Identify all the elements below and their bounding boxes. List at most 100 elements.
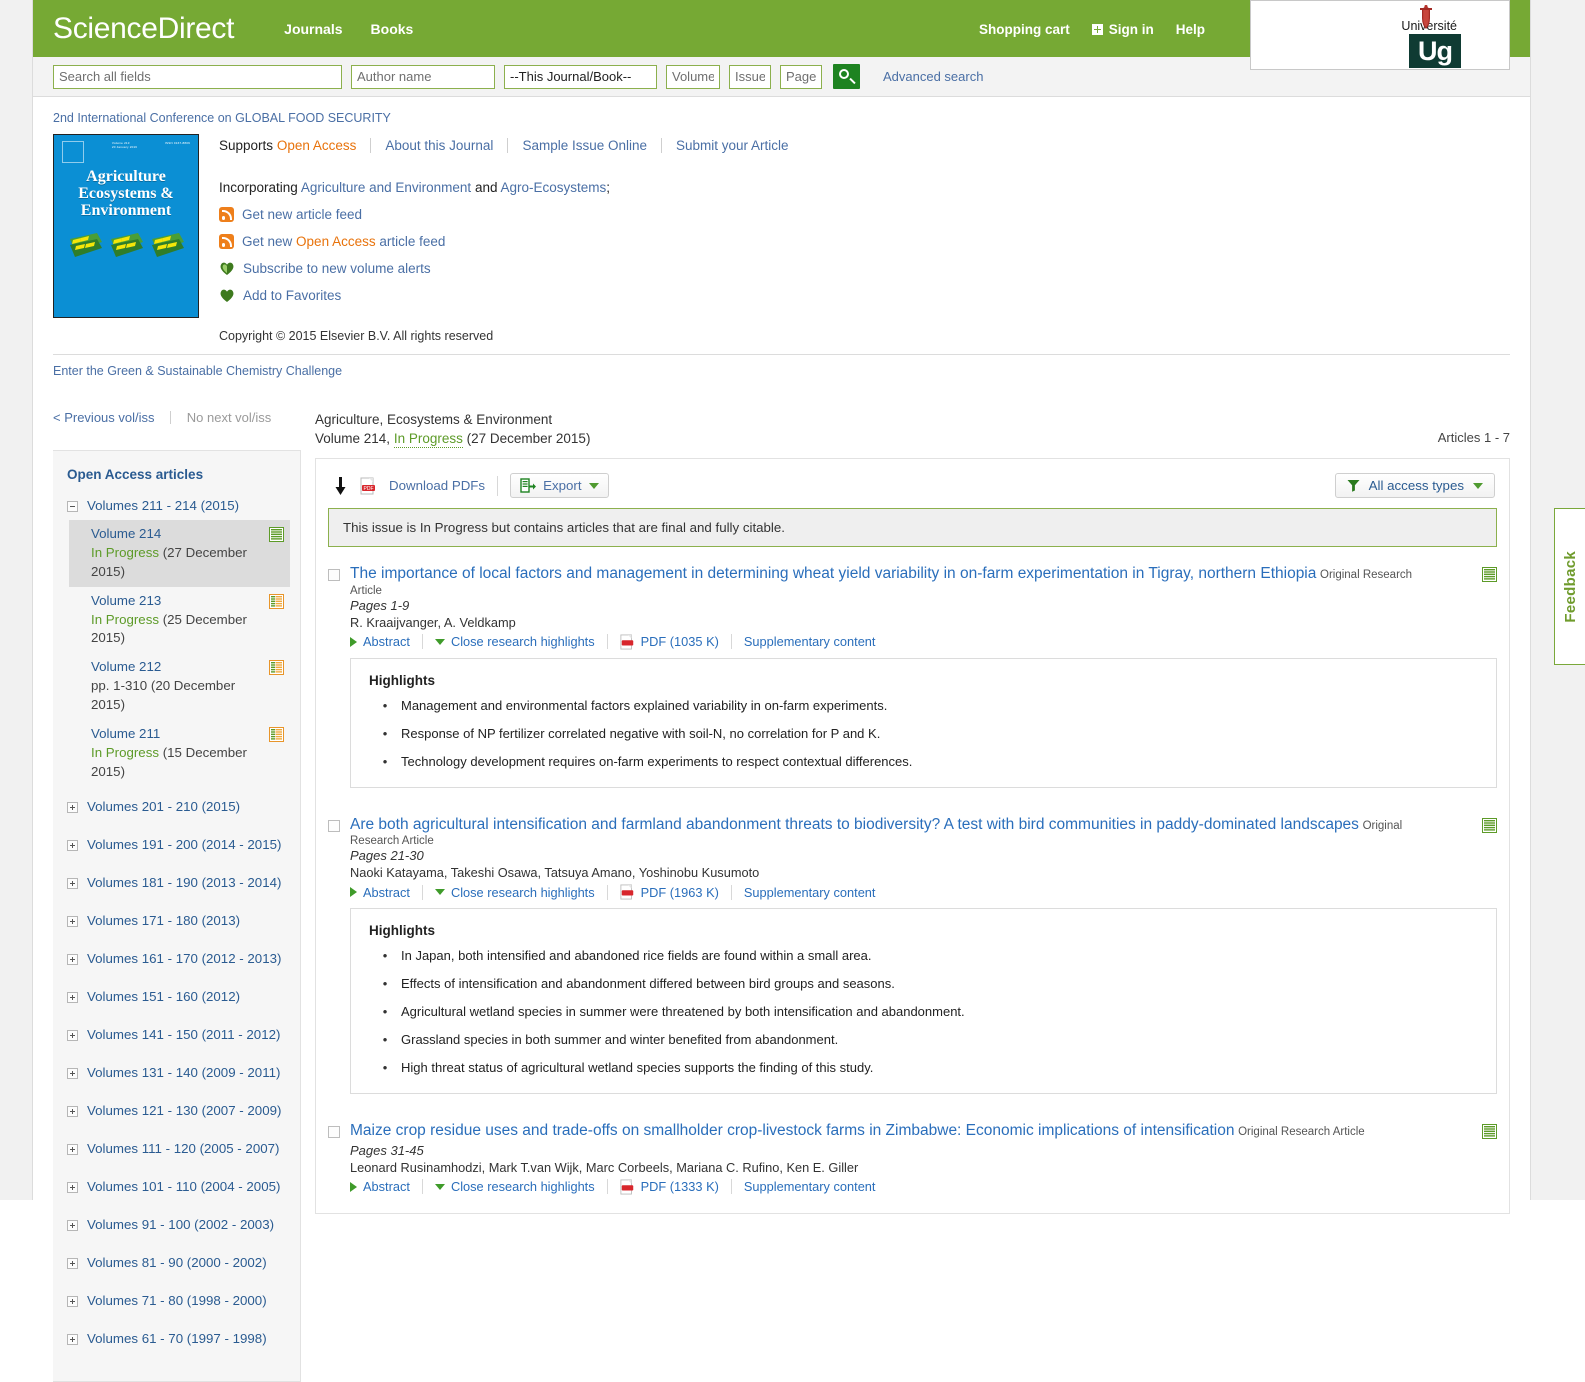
volume-item-211[interactable]: Volume 211 In Progress (15 December 2015… [69, 720, 290, 787]
expand-toggle-icon[interactable] [67, 991, 78, 1003]
close-highlights-link[interactable]: Close research highlights [451, 1179, 595, 1194]
volume-group-label[interactable]: Volumes 181 - 190 (2013 - 2014) [87, 875, 281, 890]
volume-group-91-100[interactable]: Volumes 91 - 100 (2002 - 2003) [67, 1217, 290, 1232]
get-new-article-feed-link[interactable]: Get new article feed [242, 207, 362, 222]
issue-input[interactable] [729, 64, 771, 89]
volume-group-201-210[interactable]: Volumes 201 - 210 (2015) [67, 799, 290, 814]
expand-toggle-icon[interactable] [67, 1295, 78, 1307]
green-chemistry-challenge-link[interactable]: Enter the Green & Sustainable Chemistry … [53, 364, 1510, 378]
close-highlights-link[interactable]: Close research highlights [451, 634, 595, 649]
highlights-toggle-action[interactable]: Close research highlights [423, 885, 607, 900]
supplementary-content-link[interactable]: Supplementary content [744, 1179, 876, 1194]
expand-toggle-icon[interactable] [67, 1067, 78, 1079]
volume-group-label[interactable]: Volumes 161 - 170 (2012 - 2013) [87, 951, 281, 966]
volume-group-71-80[interactable]: Volumes 71 - 80 (1998 - 2000) [67, 1293, 290, 1308]
volume-name[interactable]: Volume 214 [91, 525, 269, 544]
volume-group-label[interactable]: Volumes 71 - 80 (1998 - 2000) [87, 1293, 267, 1308]
search-button[interactable] [833, 64, 860, 89]
volume-item-213[interactable]: Volume 213 In Progress (25 December 2015… [69, 587, 290, 654]
article-checkbox[interactable] [328, 819, 340, 832]
volume-group-label[interactable]: Volumes 81 - 90 (2000 - 2002) [87, 1255, 267, 1270]
search-input[interactable] [53, 64, 342, 89]
supplementary-content-link[interactable]: Supplementary content [744, 634, 876, 649]
journal-book-input[interactable] [504, 64, 657, 89]
article-title-link[interactable]: Maize crop residue uses and trade-offs o… [350, 1122, 1234, 1139]
supplementary-action[interactable]: Supplementary content [732, 885, 888, 900]
volume-group-181-190[interactable]: Volumes 181 - 190 (2013 - 2014) [67, 875, 290, 890]
feedback-tab[interactable]: Feedback [1554, 508, 1585, 665]
volume-item-214[interactable]: Volume 214 In Progress (27 December 2015… [69, 520, 290, 587]
incorporating-link-2[interactable]: Agro-Ecosystems [500, 180, 606, 195]
volume-group-label[interactable]: Volumes 141 - 150 (2011 - 2012) [87, 1027, 280, 1042]
journal-cover-image[interactable]: Volume 213 20 January 2016 ISSN 0167-8809… [53, 134, 199, 318]
supplementary-action[interactable]: Supplementary content [732, 1179, 888, 1194]
article-title-link[interactable]: Are both agricultural intensification an… [350, 816, 1359, 833]
download-pdfs-link[interactable]: Download PDFs [389, 478, 485, 493]
incorporating-link-1[interactable]: Agriculture and Environment [301, 180, 471, 195]
volume-group-current[interactable]: Volumes 211 - 214 (2015) [67, 498, 290, 513]
about-this-journal-link[interactable]: About this Journal [385, 138, 493, 153]
highlights-toggle-action[interactable]: Close research highlights [423, 1179, 607, 1194]
download-arrow-icon[interactable] [330, 476, 348, 496]
volume-group-label[interactable]: Volumes 111 - 120 (2005 - 2007) [87, 1141, 279, 1156]
volume-name[interactable]: Volume 213 [91, 592, 269, 611]
abstract-link[interactable]: Abstract [363, 1179, 410, 1194]
nav-journals[interactable]: Journals [284, 21, 342, 37]
access-type-filter-button[interactable]: All access types [1334, 473, 1495, 499]
sign-in-link[interactable]: Sign in [1109, 22, 1154, 37]
volume-group-label[interactable]: Volumes 91 - 100 (2002 - 2003) [87, 1217, 274, 1232]
volume-group-label[interactable]: Volumes 201 - 210 (2015) [87, 799, 240, 814]
conference-banner-link[interactable]: 2nd International Conference on GLOBAL F… [53, 111, 1510, 125]
nav-books[interactable]: Books [371, 21, 414, 37]
pdf-action[interactable]: PDF (1035 K) [608, 634, 731, 650]
volume-group-label[interactable]: Volumes 171 - 180 (2013) [87, 913, 240, 928]
issue-status-badge[interactable]: In Progress [393, 431, 463, 449]
close-highlights-link[interactable]: Close research highlights [451, 885, 595, 900]
volume-group-151-160[interactable]: Volumes 151 - 160 (2012) [67, 989, 290, 1004]
expand-toggle-icon[interactable] [67, 1257, 78, 1269]
supplementary-action[interactable]: Supplementary content [732, 634, 888, 649]
volume-group-161-170[interactable]: Volumes 161 - 170 (2012 - 2013) [67, 951, 290, 966]
volume-group-label[interactable]: Volumes 121 - 130 (2007 - 2009) [87, 1103, 281, 1118]
abstract-link[interactable]: Abstract [363, 634, 410, 649]
volume-group-label[interactable]: Volumes 101 - 110 (2004 - 2005) [87, 1179, 280, 1194]
expand-toggle-icon[interactable] [67, 1219, 78, 1231]
article-checkbox[interactable] [328, 1126, 340, 1139]
pdf-link[interactable]: PDF (1333 K) [641, 1179, 719, 1194]
volume-name[interactable]: Volume 211 [91, 725, 269, 744]
volume-group-61-70[interactable]: Volumes 61 - 70 (1997 - 1998) [67, 1331, 290, 1346]
volume-input[interactable] [666, 64, 720, 89]
volume-group-101-110[interactable]: Volumes 101 - 110 (2004 - 2005) [67, 1179, 290, 1194]
sign-in-wrap[interactable]: Sign in [1091, 22, 1154, 37]
pdf-action[interactable]: PDF (1963 K) [608, 884, 731, 900]
expand-toggle-icon[interactable] [67, 839, 78, 851]
export-button[interactable]: Export [510, 473, 609, 499]
sciencedirect-logo[interactable]: ScienceDirect [53, 12, 234, 46]
expand-toggle-icon[interactable] [67, 1333, 78, 1345]
volume-group-81-90[interactable]: Volumes 81 - 90 (2000 - 2002) [67, 1255, 290, 1270]
help-link[interactable]: Help [1176, 22, 1205, 37]
expand-toggle-icon[interactable] [67, 953, 78, 965]
author-input[interactable] [351, 64, 495, 89]
volume-group-label[interactable]: Volumes 61 - 70 (1997 - 1998) [87, 1331, 267, 1346]
sample-issue-online-link[interactable]: Sample Issue Online [522, 138, 647, 153]
volume-name[interactable]: Volume 212 [91, 658, 269, 677]
expand-toggle-icon[interactable] [67, 1143, 78, 1155]
volume-item-212[interactable]: Volume 212 pp. 1-310 (20 December 2015) [69, 653, 290, 720]
advanced-search-link[interactable]: Advanced search [883, 69, 983, 84]
volume-group-171-180[interactable]: Volumes 171 - 180 (2013) [67, 913, 290, 928]
add-to-favorites-link[interactable]: Add to Favorites [243, 288, 341, 303]
volume-group-131-140[interactable]: Volumes 131 - 140 (2009 - 2011) [67, 1065, 290, 1080]
abstract-action[interactable]: Abstract [350, 1179, 422, 1194]
article-checkbox[interactable] [328, 569, 340, 582]
expand-toggle-icon[interactable] [67, 1105, 78, 1117]
expand-toggle-icon[interactable] [67, 1181, 78, 1193]
volume-group-141-150[interactable]: Volumes 141 - 150 (2011 - 2012) [67, 1027, 290, 1042]
abstract-action[interactable]: Abstract [350, 634, 422, 649]
volume-group-label[interactable]: Volumes 151 - 160 (2012) [87, 989, 240, 1004]
pdf-link[interactable]: PDF (1963 K) [641, 885, 719, 900]
volume-group-label[interactable]: Volumes 131 - 140 (2009 - 2011) [87, 1065, 280, 1080]
pdf-action[interactable]: PDF (1333 K) [608, 1179, 731, 1195]
abstract-link[interactable]: Abstract [363, 885, 410, 900]
expand-toggle-icon[interactable] [67, 877, 78, 889]
